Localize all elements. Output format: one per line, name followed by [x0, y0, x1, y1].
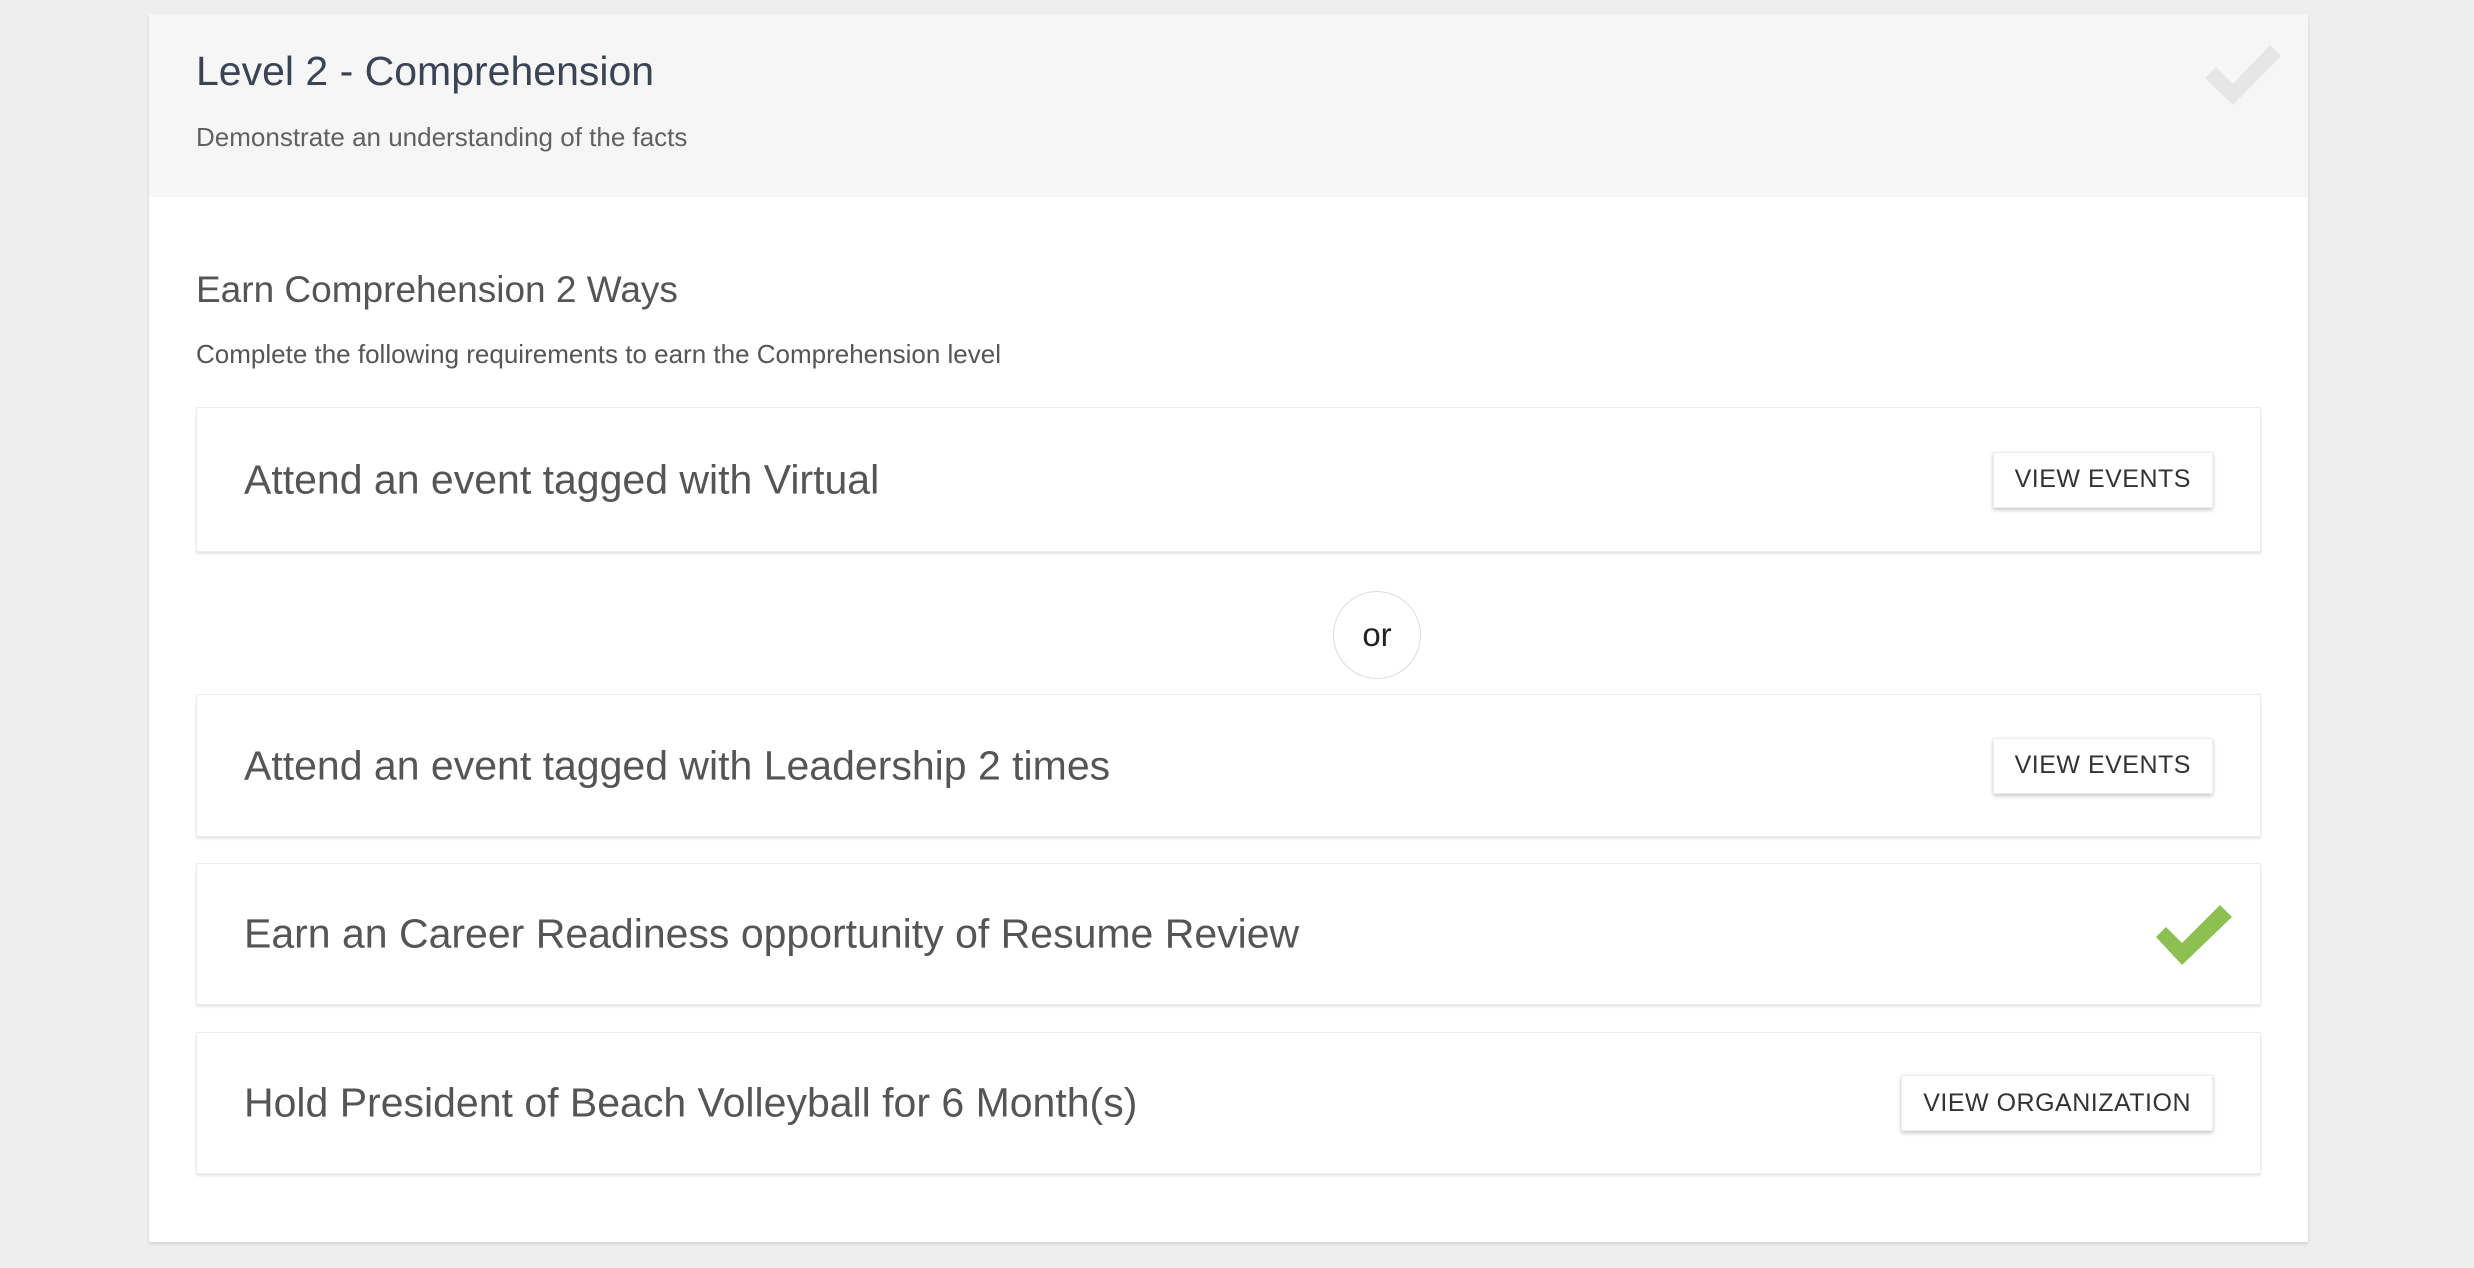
- level-card: Level 2 - Comprehension Demonstrate an u…: [149, 14, 2308, 1242]
- requirement-item: Attend an event tagged with Virtual VIEW…: [196, 407, 2261, 552]
- requirement-text: Attend an event tagged with Virtual: [244, 456, 880, 502]
- view-events-button[interactable]: VIEW EVENTS: [1992, 451, 2213, 508]
- level-title: Level 2 - Comprehension: [196, 48, 655, 94]
- requirement-text: Attend an event tagged with Leadership 2…: [244, 742, 1111, 788]
- check-icon: [2205, 45, 2281, 105]
- or-separator: or: [1333, 591, 1421, 679]
- level-subtitle: Demonstrate an understanding of the fact…: [196, 122, 688, 152]
- earn-title: Earn Comprehension 2 Ways: [196, 269, 678, 310]
- requirement-item: Earn an Career Readiness opportunity of …: [196, 863, 2261, 1005]
- requirement-item: Hold President of Beach Volleyball for 6…: [196, 1032, 2261, 1174]
- or-label: or: [1362, 616, 1392, 653]
- check-icon: [2156, 905, 2232, 965]
- view-organization-button[interactable]: VIEW ORGANIZATION: [1901, 1075, 2213, 1131]
- level-header: Level 2 - Comprehension Demonstrate an u…: [149, 14, 2308, 197]
- requirement-item: Attend an event tagged with Leadership 2…: [196, 694, 2261, 837]
- view-events-button[interactable]: VIEW EVENTS: [1992, 737, 2213, 794]
- earn-subtitle: Complete the following requirements to e…: [196, 339, 1001, 369]
- requirement-text: Earn an Career Readiness opportunity of …: [244, 910, 1300, 957]
- requirement-text: Hold President of Beach Volleyball for 6…: [244, 1079, 1138, 1126]
